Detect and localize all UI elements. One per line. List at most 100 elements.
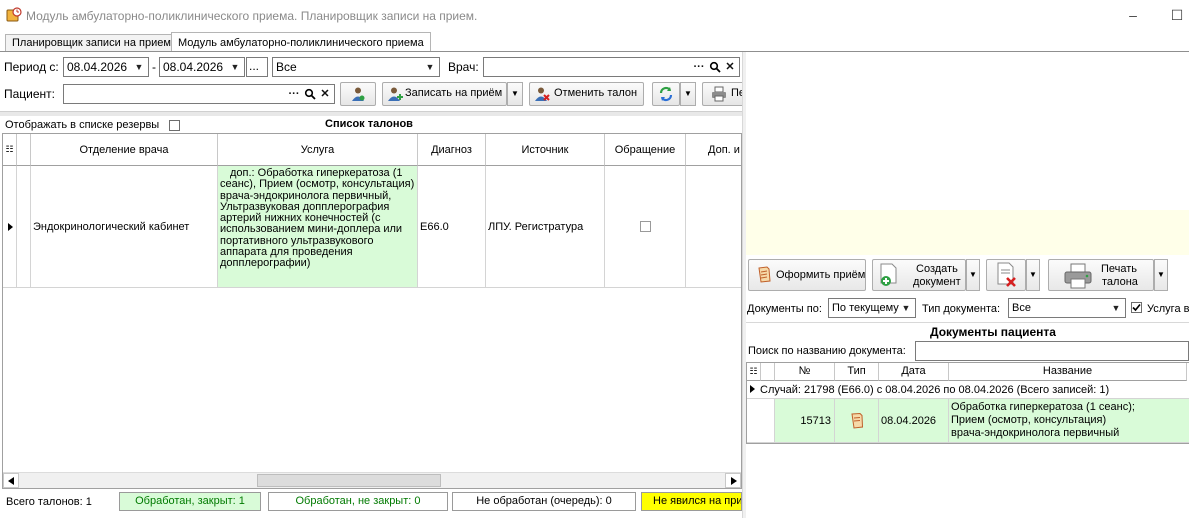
col-header-diagnosis[interactable]: Диагноз — [418, 134, 486, 166]
doc-search-input[interactable] — [915, 341, 1189, 361]
appeal-checkbox[interactable] — [640, 221, 651, 232]
column-chooser-icon[interactable]: ☷ — [3, 134, 17, 166]
tab-divider — [0, 51, 1189, 52]
status-not-processed[interactable]: Не обработан (очередь): 0 — [452, 492, 636, 511]
print-ticket-button[interactable]: Печать талона — [1048, 259, 1154, 291]
patient-field[interactable]: ··· ✕ — [63, 84, 335, 104]
date-from-picker[interactable]: 08.04.2026 ▼ — [63, 57, 149, 77]
refresh-dropdown[interactable]: ▼ — [680, 82, 696, 106]
chevron-down-icon[interactable]: ▼ — [228, 58, 242, 76]
print-ticket-dropdown[interactable]: ▼ — [1154, 259, 1168, 291]
delete-document-dropdown[interactable]: ▼ — [1026, 259, 1040, 291]
chevron-down-icon[interactable]: ▼ — [1109, 299, 1123, 317]
cancel-ticket-button[interactable]: Отменить талон — [529, 82, 644, 106]
create-document-dropdown[interactable]: ▼ — [966, 259, 980, 291]
status-no-show[interactable]: Не явился на при — [641, 492, 742, 511]
col-header-service[interactable]: Услуга — [218, 134, 418, 166]
cell-service[interactable]: доп.: Обработка гиперкератоза (1 сеанс),… — [218, 166, 418, 288]
status-processed-open[interactable]: Обработан, не закрыт: 0 — [268, 492, 448, 511]
document-row[interactable]: 15713 — [775, 399, 835, 443]
patient-icon — [352, 87, 365, 101]
row-spacer[interactable] — [17, 166, 31, 288]
doc-row-indent[interactable] — [747, 399, 761, 443]
scroll-right-icon[interactable] — [725, 473, 741, 488]
toolbar-separator — [0, 111, 742, 116]
current-row-arrow-icon — [8, 223, 13, 231]
service-in-checkbox[interactable] — [1131, 302, 1142, 313]
create-document-button[interactable]: Создать документ — [872, 259, 966, 291]
scroll-thumb[interactable] — [257, 474, 441, 487]
window-title: Модуль амбулаторно-поликлинического прие… — [26, 9, 478, 23]
doc-type-value: Все — [1012, 302, 1031, 314]
minimize-button[interactable]: – — [1126, 8, 1140, 22]
total-tickets: Всего талонов: 1 — [6, 496, 92, 508]
scroll-left-icon[interactable] — [3, 473, 19, 488]
horizontal-scrollbar[interactable] — [3, 472, 741, 488]
printer-icon — [1064, 263, 1092, 289]
cell-appeal[interactable] — [605, 166, 686, 288]
doc-col-type[interactable]: Тип — [835, 363, 879, 381]
doc-col-name[interactable]: Название — [949, 363, 1187, 381]
book-appointment-dropdown[interactable]: ▼ — [507, 82, 523, 106]
col-header-extra[interactable]: Доп. и — [686, 134, 741, 166]
expand-arrow-icon[interactable] — [750, 385, 755, 393]
app-icon — [6, 7, 22, 23]
doc-type-cell[interactable] — [835, 399, 879, 443]
doc-name-line-2: Прием (осмотр, консультация) — [951, 414, 1107, 426]
doc-name-line-3: врача-эндокринолога первичный — [951, 427, 1120, 439]
document-icon — [758, 266, 771, 283]
docs-by-dropdown[interactable]: По текущему ▼ — [828, 298, 916, 318]
doc-row-indicator[interactable] — [761, 399, 775, 443]
chevron-down-icon[interactable]: ▼ — [423, 58, 437, 76]
cell-extra[interactable] — [686, 166, 741, 288]
tickets-grid[interactable]: ☷ Отделение врача Услуга Диагноз Источни… — [2, 133, 742, 489]
tab-outpatient-module[interactable]: Модуль амбулаторно-поликлинического прие… — [171, 32, 431, 52]
tab-scheduler[interactable]: Планировщик записи на прием — [5, 34, 178, 52]
col-header-source[interactable]: Источник — [486, 134, 605, 166]
chevron-down-icon[interactable]: ▼ — [132, 58, 146, 76]
cell-diagnosis[interactable]: E66.0 — [418, 166, 486, 288]
col-header-appeal[interactable]: Обращение — [605, 134, 686, 166]
doctor-field[interactable]: ··· ✕ — [483, 57, 740, 77]
doc-type-dropdown[interactable]: Все ▼ — [1008, 298, 1126, 318]
more-icon[interactable]: ··· — [287, 86, 301, 102]
issue-appointment-button[interactable]: Оформить приём — [748, 259, 866, 291]
print-ticket-label-1: Печать — [1101, 263, 1138, 275]
period-select-button[interactable]: ... — [246, 57, 268, 77]
doc-type-label: Тип документа: — [922, 303, 1001, 315]
table-row[interactable]: Эндокринологический кабинет — [31, 166, 218, 288]
cell-source[interactable]: ЛПУ. Регистратура — [486, 166, 605, 288]
clear-icon[interactable]: ✕ — [723, 59, 737, 75]
group-row[interactable]: Случай: 21798 (E66.0) с 08.04.2026 по 08… — [747, 381, 1189, 399]
search-icon[interactable] — [708, 59, 722, 75]
search-icon[interactable] — [303, 86, 317, 102]
more-icon[interactable]: ··· — [692, 59, 706, 75]
doc-col-date[interactable]: Дата — [879, 363, 949, 381]
doc-col-number[interactable]: № — [775, 363, 835, 381]
column-chooser-icon[interactable]: ☷ — [747, 363, 761, 381]
service-in-label: Услуга в — [1147, 303, 1189, 315]
print-button[interactable]: Пе — [702, 82, 742, 106]
col-header-department[interactable]: Отделение врача — [31, 134, 218, 166]
chevron-down-icon[interactable]: ▼ — [899, 299, 913, 317]
status-processed-closed[interactable]: Обработан, закрыт: 1 — [119, 492, 261, 511]
cell-department: Эндокринологический кабинет — [33, 221, 190, 233]
doctor-label: Врач: — [448, 60, 479, 74]
status-dropdown[interactable]: Все ▼ — [272, 57, 440, 77]
book-appointment-button[interactable]: Записать на приём — [382, 82, 507, 106]
doc-name-cell[interactable]: Обработка гиперкератоза (1 сеанс); Прием… — [949, 399, 1189, 443]
patient-card-button[interactable] — [340, 82, 376, 106]
create-document-label-2: документ — [913, 276, 961, 288]
delete-document-button[interactable] — [986, 259, 1026, 291]
clear-icon[interactable]: ✕ — [318, 86, 332, 102]
cell-diagnosis-text: E66.0 — [420, 221, 449, 233]
date-to-picker[interactable]: 08.04.2026 ▼ — [159, 57, 245, 77]
doc-date-cell[interactable]: 08.04.2026 — [879, 399, 949, 443]
cancel-ticket-label: Отменить талон — [554, 87, 638, 99]
cancel-user-icon — [535, 87, 550, 101]
date-from-value: 08.04.2026 — [67, 60, 128, 74]
documents-grid[interactable]: ☷ № Тип Дата Название Случай: 21798 (E66… — [746, 362, 1189, 444]
maximize-button[interactable]: ☐ — [1170, 8, 1184, 22]
refresh-button[interactable] — [652, 82, 680, 106]
reserves-checkbox[interactable] — [169, 120, 180, 131]
